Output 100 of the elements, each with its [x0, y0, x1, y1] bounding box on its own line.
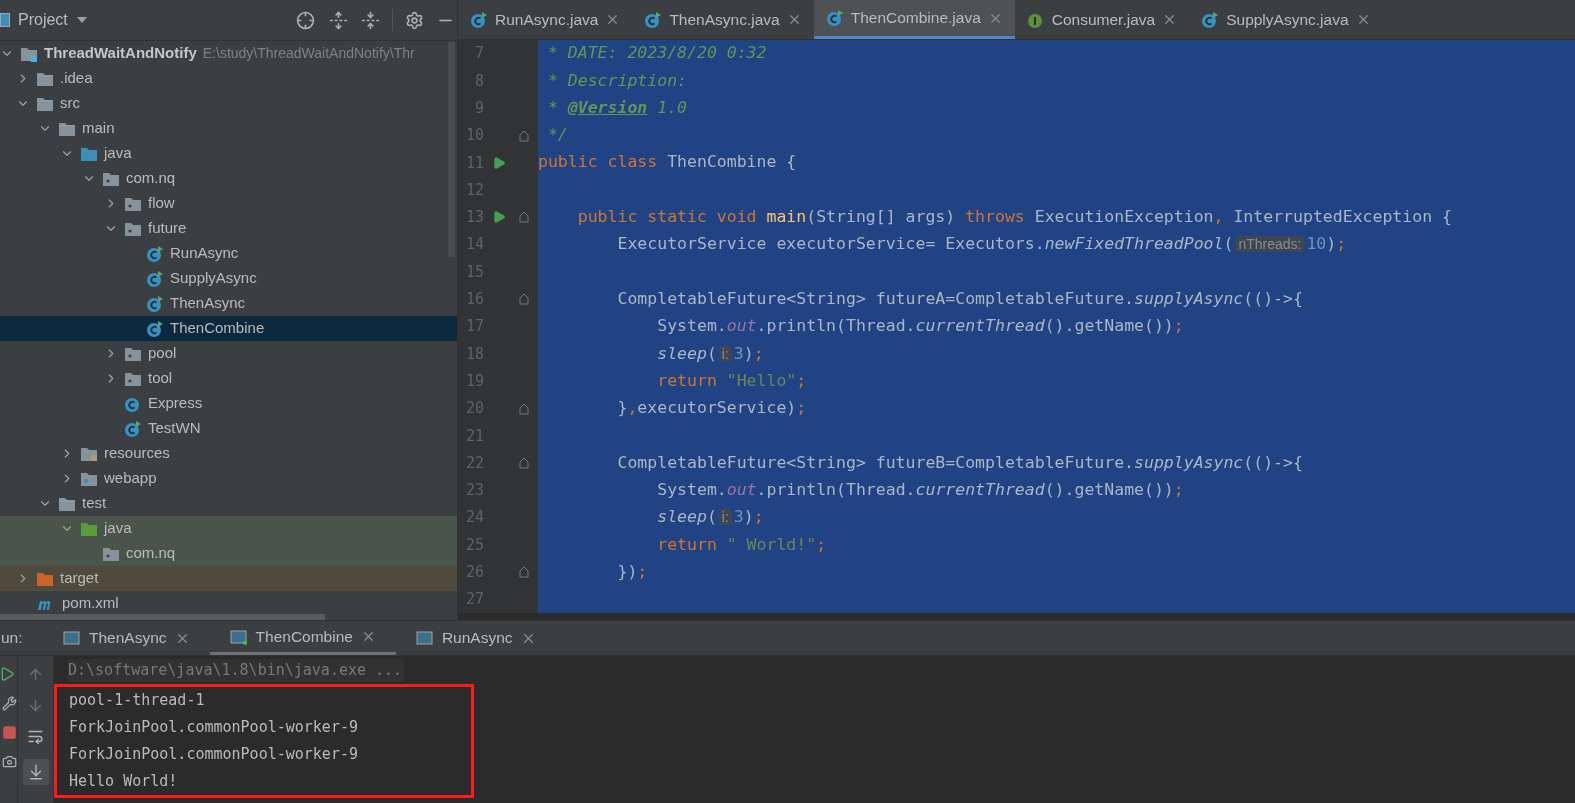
console-icon	[63, 630, 81, 646]
run-icon[interactable]	[492, 210, 506, 225]
tree-item[interactable]: ThenCombine	[0, 316, 457, 341]
expand-all-icon[interactable]	[329, 10, 348, 30]
tree-label: ThenCombine	[170, 318, 265, 339]
tree-label: main	[82, 118, 115, 139]
locate-icon[interactable]	[296, 10, 315, 30]
run-tab[interactable]: RunAsync	[395, 621, 556, 655]
code-line: CompletableFuture<String> futureB=CompletableFuture.supplyAsync(()->{	[616, 451, 1303, 474]
tree-item[interactable]: RunAsync	[0, 241, 457, 266]
folder-icon	[36, 570, 54, 587]
tree-item[interactable]: main	[0, 116, 457, 141]
editor-tab[interactable]: RunAsync.java	[458, 0, 633, 39]
tree-item[interactable]: SupplyAsync	[0, 266, 457, 291]
tree-label: target	[60, 568, 99, 589]
tree-item[interactable]: pool	[0, 341, 457, 366]
tree-item[interactable]: ThreadWaitAndNotify E:\study\ThreadWaitAndNotify\Thr	[0, 41, 457, 66]
arrow-down-icon[interactable]	[27, 697, 44, 714]
stop-icon[interactable]	[2, 725, 17, 740]
fold-icon[interactable]	[519, 129, 529, 142]
fold-icon[interactable]	[519, 566, 529, 579]
tree-label: TestWN	[148, 418, 201, 439]
panel-title[interactable]: Project	[18, 8, 68, 32]
tree-item[interactable]: flow	[0, 191, 457, 216]
fold-icon[interactable]	[519, 457, 529, 470]
run-tab[interactable]: ThenAsync	[43, 621, 210, 655]
tree-item[interactable]: com.nq	[0, 166, 457, 191]
folder-icon	[58, 120, 76, 137]
tree-label: pom.xml	[62, 593, 119, 614]
folder-icon	[20, 45, 38, 62]
editor-tab[interactable]: ThenAsync.java	[632, 0, 814, 39]
editor-tab[interactable]: Consumer.java	[1014, 0, 1190, 39]
scroll-to-end-icon[interactable]	[22, 759, 49, 785]
folder-icon	[124, 220, 142, 237]
class-icon	[146, 294, 164, 313]
vertical-scrollbar[interactable]	[448, 42, 455, 257]
settings-icon[interactable]	[405, 10, 424, 30]
code-line: * Description:	[546, 69, 687, 92]
tree-label: SupplyAsync	[170, 268, 257, 289]
tree-label: webapp	[104, 468, 157, 489]
tree-item[interactable]: webapp	[0, 466, 457, 491]
folder-icon	[102, 170, 120, 187]
folder-icon	[36, 95, 54, 112]
tree-label: java	[104, 143, 132, 164]
class-icon	[470, 10, 488, 29]
code-line: CompletableFuture<String> futureA=CompletableFuture.supplyAsync(()->{	[616, 287, 1303, 310]
tree-label: ThenAsync	[170, 293, 246, 314]
tree-label: .idea	[60, 68, 93, 89]
code-line: return "Hello";	[656, 369, 807, 392]
horizontal-scrollbar[interactable]	[0, 614, 325, 620]
wrench-icon[interactable]	[2, 696, 17, 711]
tree-item[interactable]: src	[0, 91, 457, 116]
tree-label: java	[104, 518, 132, 539]
arrow-up-icon[interactable]	[27, 666, 44, 683]
rerun-icon[interactable]	[0, 666, 15, 682]
tree-item[interactable]: com.nq	[0, 541, 457, 566]
tree-item[interactable]: Express	[0, 391, 457, 416]
fold-icon[interactable]	[519, 402, 529, 415]
code-line: System.out.println(Thread.currentThread().getName());	[656, 315, 1184, 338]
fold-icon[interactable]	[519, 293, 529, 306]
code-line: public class ThenCombine {	[538, 151, 797, 174]
class-icon	[1201, 10, 1220, 29]
editor-tab[interactable]: SupplyAsync.java	[1189, 0, 1383, 39]
folder-icon	[80, 145, 98, 162]
tree-item[interactable]: target	[0, 566, 457, 591]
run-icon[interactable]	[492, 155, 506, 170]
console-output-line: Hello World!	[69, 771, 178, 793]
code-line: sleep( i: 3);	[656, 506, 764, 529]
class-icon	[124, 419, 142, 438]
tree-item[interactable]: ThenAsync	[0, 291, 457, 316]
soft-wrap-icon[interactable]	[27, 728, 44, 745]
tree-item[interactable]: pom.xml	[0, 591, 457, 616]
folder-icon	[80, 470, 98, 487]
tree-label: Express	[148, 393, 203, 414]
folder-icon	[80, 445, 98, 462]
collapse-all-icon[interactable]	[361, 10, 380, 30]
class-icon	[825, 9, 844, 27]
folder-icon	[124, 370, 142, 387]
editor-tab[interactable]: ThenCombine.java	[813, 0, 1015, 39]
folder-icon	[102, 545, 120, 562]
console-icon	[229, 628, 248, 645]
tree-item[interactable]: TestWN	[0, 416, 457, 441]
console-output-line: ForkJoinPool.commonPool-worker-9	[69, 744, 358, 766]
code-line: return " World!";	[656, 533, 827, 556]
dropdown-caret-icon[interactable]	[75, 16, 88, 24]
tree-item[interactable]: future	[0, 216, 457, 241]
tree-label: RunAsync	[170, 243, 239, 264]
tree-item[interactable]: tool	[0, 366, 457, 391]
code-line: sleep( i: 3);	[656, 342, 764, 365]
code-line: */	[546, 124, 568, 147]
code-line: });	[616, 560, 648, 583]
tree-item[interactable]: .idea	[0, 66, 457, 91]
folder-icon	[124, 345, 142, 362]
tree-item[interactable]: test	[0, 491, 457, 516]
code-line: * @Version 1.0	[546, 96, 688, 119]
camera-icon[interactable]	[2, 754, 17, 769]
tree-item[interactable]: resources	[0, 441, 457, 466]
tree-item[interactable]: java	[0, 516, 457, 541]
fold-icon[interactable]	[519, 211, 529, 224]
tree-item[interactable]: java	[0, 141, 457, 166]
